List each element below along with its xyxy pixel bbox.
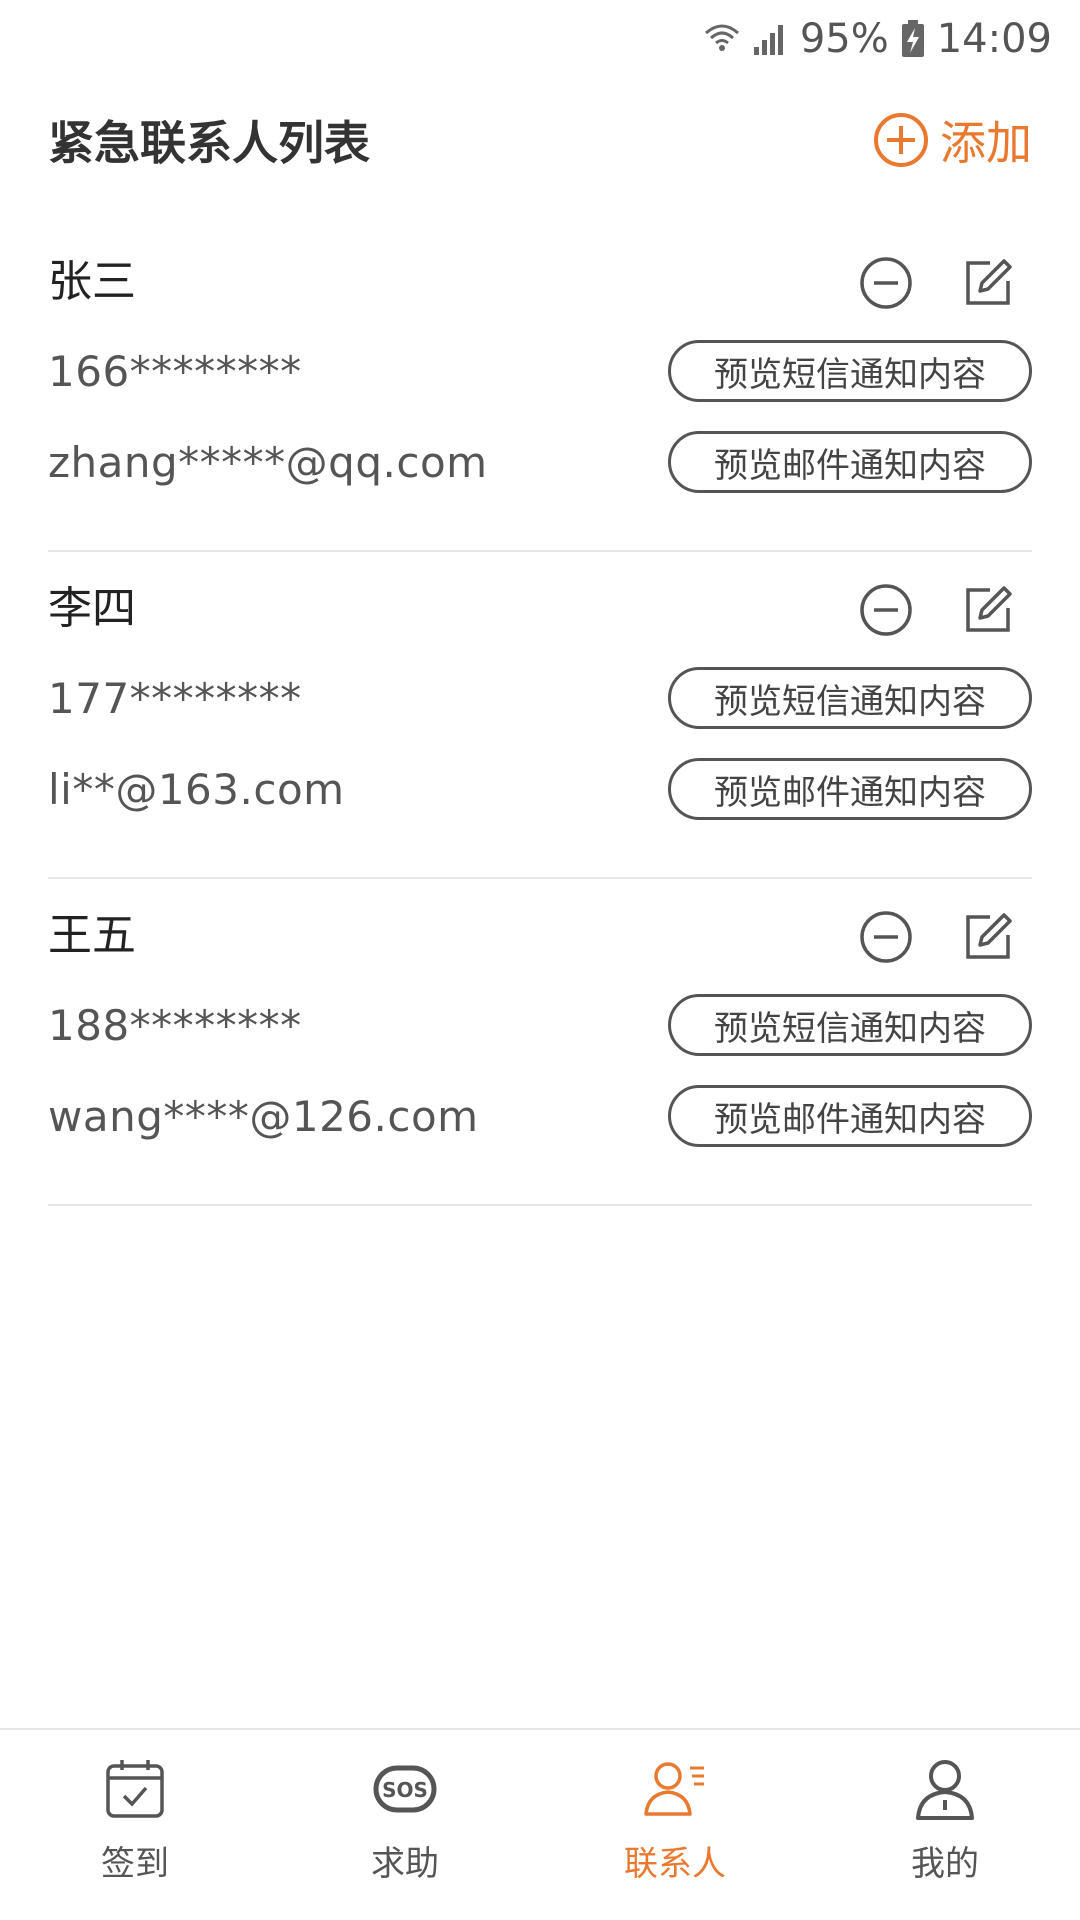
signal-icon: [753, 25, 783, 55]
add-contact-label: 添加: [940, 116, 1032, 170]
contact-actions: [858, 909, 1016, 965]
edit-contact-icon[interactable]: [960, 582, 1016, 638]
page-header: 紧急联系人列表 添加: [48, 100, 1032, 180]
calendar-check-icon: [106, 1760, 164, 1818]
contact-email-row: zhang*****@qq.com 预览邮件通知内容: [48, 430, 1032, 494]
contact-actions: [858, 255, 1016, 311]
battery-charging-icon: [901, 20, 924, 57]
preview-email-button[interactable]: 预览邮件通知内容: [668, 1085, 1032, 1147]
add-circle-icon: [874, 113, 928, 167]
edit-contact-icon[interactable]: [960, 255, 1016, 311]
contacts-icon: [644, 1762, 704, 1816]
nav-item-contacts[interactable]: 联系人: [540, 1730, 810, 1920]
status-bar: 95% 14:09: [0, 0, 1080, 78]
bottom-nav: 签到 SOS 求助 联系人 我的: [0, 1728, 1080, 1920]
profile-icon: [916, 1760, 974, 1820]
contact-email: zhang*****@qq.com: [48, 437, 488, 487]
contact-card: 张三 166******** 预览短信通知内容 zhang*****@qq.co…: [48, 225, 1032, 552]
remove-contact-icon[interactable]: [858, 255, 914, 311]
contact-name: 王五: [48, 910, 136, 961]
edit-contact-icon[interactable]: [960, 909, 1016, 965]
nav-label: 联系人: [624, 1844, 726, 1884]
contact-email-row: li**@163.com 预览邮件通知内容: [48, 757, 1032, 821]
preview-email-button[interactable]: 预览邮件通知内容: [668, 758, 1032, 820]
contact-phone: 166********: [48, 346, 302, 396]
preview-sms-button[interactable]: 预览短信通知内容: [668, 667, 1032, 729]
nav-label: 求助: [371, 1844, 439, 1884]
contact-phone-row: 177******** 预览短信通知内容: [48, 666, 1032, 730]
svg-text:SOS: SOS: [382, 1778, 428, 1802]
contact-phone-row: 188******** 预览短信通知内容: [48, 993, 1032, 1057]
remove-contact-icon[interactable]: [858, 909, 914, 965]
preview-email-button[interactable]: 预览邮件通知内容: [668, 431, 1032, 493]
battery-percent: 95%: [799, 16, 889, 62]
contact-actions: [858, 582, 1016, 638]
contact-card: 李四 177******** 预览短信通知内容 li**@163.com 预览邮…: [48, 552, 1032, 879]
nav-item-profile[interactable]: 我的: [810, 1730, 1080, 1920]
contact-email: li**@163.com: [48, 764, 345, 814]
contact-email-row: wang****@126.com 预览邮件通知内容: [48, 1084, 1032, 1148]
contact-phone: 177********: [48, 673, 302, 723]
add-contact-button[interactable]: 添加: [872, 107, 1032, 173]
contact-email: wang****@126.com: [48, 1091, 479, 1141]
nav-item-checkin[interactable]: 签到: [0, 1730, 270, 1920]
page-title: 紧急联系人列表: [48, 116, 370, 170]
preview-sms-button[interactable]: 预览短信通知内容: [668, 994, 1032, 1056]
contacts-list: 张三 166******** 预览短信通知内容 zhang*****@qq.co…: [48, 225, 1032, 1206]
contact-phone: 188********: [48, 1000, 302, 1050]
contact-card: 王五 188******** 预览短信通知内容 wang****@126.com…: [48, 879, 1032, 1206]
contact-name: 张三: [48, 256, 136, 307]
nav-label: 签到: [101, 1844, 169, 1884]
nav-label: 我的: [911, 1844, 979, 1884]
remove-contact-icon[interactable]: [858, 582, 914, 638]
contact-phone-row: 166******** 预览短信通知内容: [48, 339, 1032, 403]
preview-sms-button[interactable]: 预览短信通知内容: [668, 340, 1032, 402]
wifi-icon: [704, 24, 739, 51]
nav-item-help[interactable]: SOS 求助: [270, 1730, 540, 1920]
clock-time: 14:09: [936, 16, 1052, 62]
contact-name: 李四: [48, 583, 136, 634]
sos-icon: SOS: [373, 1765, 437, 1813]
